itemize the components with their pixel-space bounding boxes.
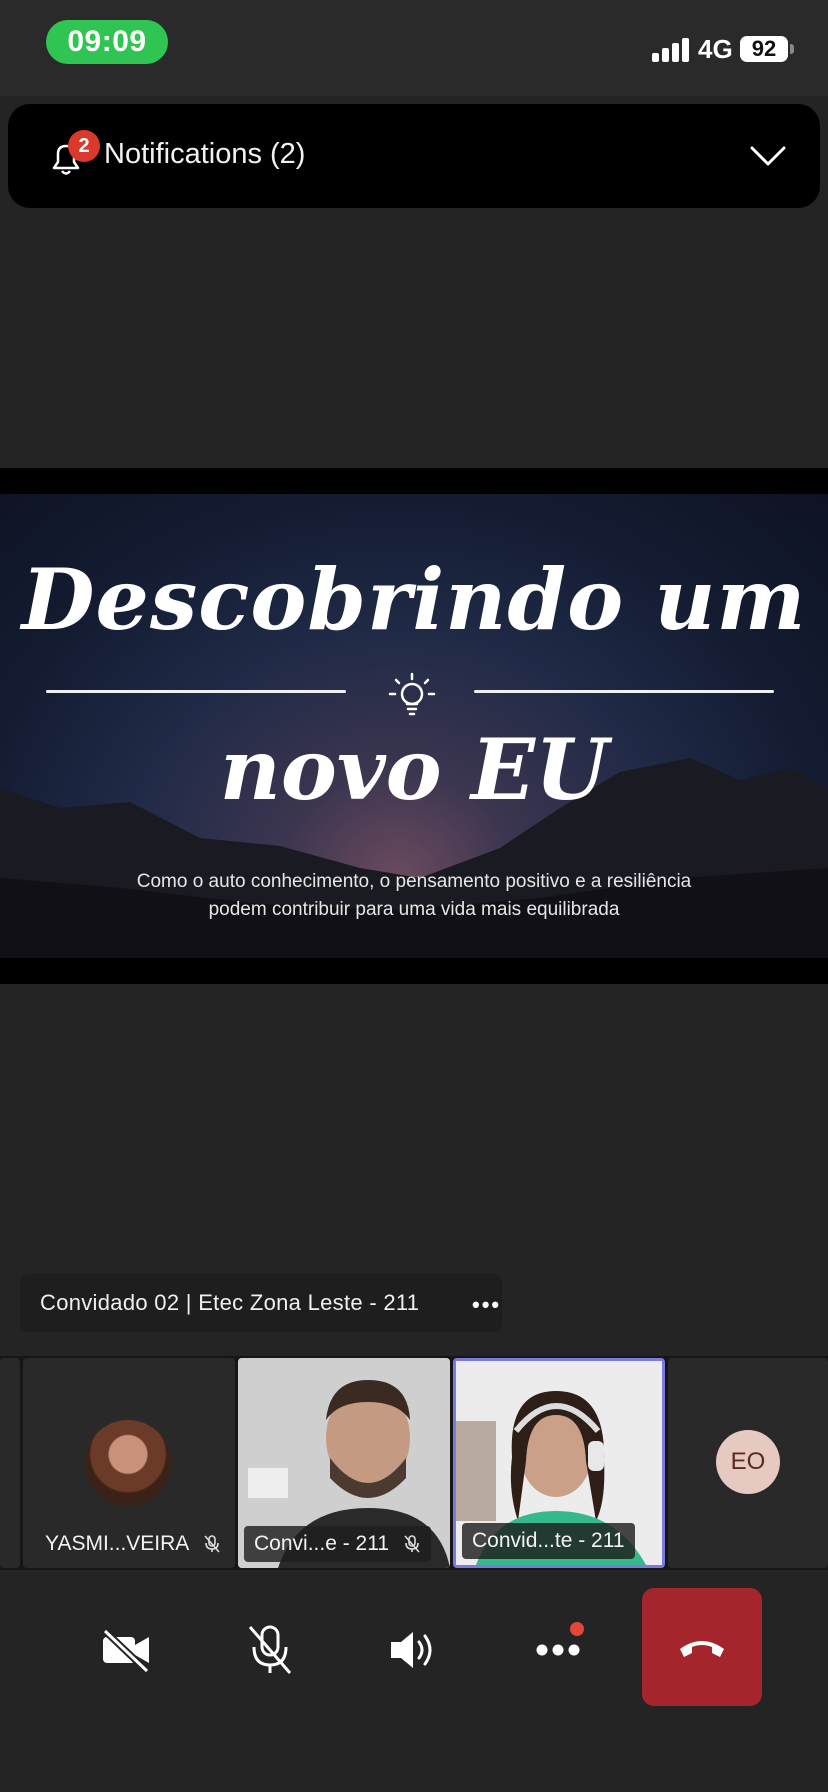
battery-icon [790,44,794,54]
camera-off-icon [102,1628,150,1673]
participant-label: YASMI...VEIRA [35,1526,231,1562]
notification-badge: 2 [68,130,100,162]
presentation-slide: Descobrindo um novo EU Como o auto conhe… [0,494,828,958]
participant-label: Convid...te - 211 [462,1523,635,1559]
hang-up-button[interactable] [642,1588,762,1706]
camera-toggle-button[interactable] [94,1618,158,1682]
participant-tile[interactable]: YASMI...VEIRA [23,1358,235,1568]
mic-muted-icon [204,1535,220,1553]
active-speaker-chip[interactable]: Convidado 02 | Etec Zona Leste - 211 ••• [20,1274,502,1332]
mic-muted-icon [404,1535,420,1553]
slide-title-line1: Descobrindo um [21,550,807,649]
signal-icon [652,36,692,62]
avatar-initials: EO [716,1430,780,1494]
participant-tile[interactable]: EO [668,1358,828,1568]
participant-name: Convid...te - 211 [472,1529,625,1552]
network-type: 4G [698,34,733,64]
status-bar: 09:09 4G 92 [0,0,828,96]
participant-tile-partial[interactable] [0,1358,20,1568]
speaker-icon [391,1632,432,1668]
slide-subtitle-line1: Como o auto conhecimento, o pensamento p… [136,871,692,892]
slide-divider-left [46,690,346,693]
more-options-icon[interactable]: ••• [472,1292,501,1318]
hang-up-icon [680,1641,724,1657]
participant-name: YASMI...VEIRA [45,1532,190,1555]
mic-toggle-button[interactable] [238,1618,302,1682]
participant-tile[interactable]: Convi...e - 211 [238,1358,450,1568]
participant-name: Convi...e - 211 [254,1532,390,1555]
slide-title-line2: novo EU [219,720,609,819]
participant-tile-speaking[interactable]: Convid...te - 211 [453,1358,665,1568]
avatar [85,1420,171,1506]
active-speaker-name: Convidado 02 | Etec Zona Leste - 211 [40,1290,420,1315]
notifications-banner[interactable]: 2 Notifications (2) [8,104,820,208]
status-time: 09:09 [46,20,168,64]
speaker-button[interactable] [382,1618,446,1682]
more-notification-dot [570,1622,584,1636]
more-icon [536,1644,580,1656]
notifications-label: Notifications (2) [104,138,306,170]
chevron-down-icon[interactable] [748,138,788,174]
participant-label: Convi...e - 211 [244,1526,432,1562]
lightbulb-icon [388,672,436,716]
slide-subtitle: Como o auto conhecimento, o pensamento p… [0,868,828,924]
slide-subtitle-line2: podem contribuir para uma vida mais equi… [208,899,620,920]
battery-level: 92 [740,36,788,62]
slide-divider-right [474,690,774,693]
mic-off-icon [248,1625,292,1674]
